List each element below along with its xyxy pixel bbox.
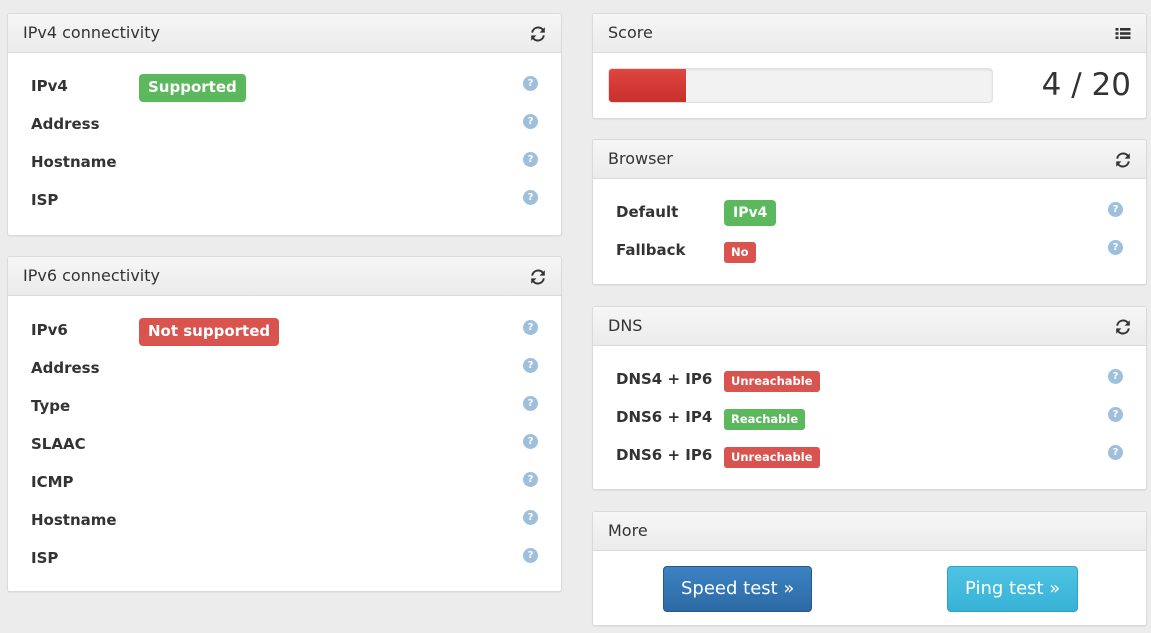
help-icon[interactable]: ? — [1108, 369, 1123, 384]
dns-status-badge: Reachable — [724, 409, 806, 430]
help-icon[interactable]: ? — [523, 76, 538, 91]
ipv6-panel-title: IPv6 connectivity — [23, 266, 160, 285]
list-icon[interactable] — [1114, 25, 1132, 43]
browser-panel-heading: Browser — [593, 140, 1146, 179]
ipv6-panel-heading: IPv6 connectivity — [8, 257, 561, 296]
score-value-text: 4 / 20 — [1041, 67, 1131, 103]
row-label: Default — [616, 203, 679, 221]
more-body: Speed test » Ping test » — [593, 551, 1146, 625]
row-label: Address — [31, 359, 100, 377]
dns-row-dns6-ip6: DNS6 + IP6 Unreachable ? — [593, 437, 1146, 475]
row-label: Address — [31, 115, 100, 133]
ipv6-status-badge: Not supported — [139, 318, 280, 346]
score-body: 4 / 20 — [593, 53, 1146, 118]
ipv4-connectivity-panel: IPv4 connectivity IPv4 Supported ? Addre… — [7, 13, 562, 236]
ipv4-status-badge: Supported — [139, 74, 246, 102]
help-icon[interactable]: ? — [1108, 240, 1123, 255]
more-panel: More Speed test » Ping test » — [592, 511, 1147, 626]
ipv6-connectivity-panel: IPv6 connectivity IPv6 Not supported ? A… — [7, 256, 562, 592]
row-label: Hostname — [31, 153, 117, 171]
ipv6-row-hostname: Hostname ? — [8, 502, 561, 540]
help-icon[interactable]: ? — [523, 190, 538, 205]
ipv6-row-ipv6: IPv6 Not supported ? — [8, 312, 561, 350]
score-panel-heading: Score — [593, 14, 1146, 53]
row-label: DNS6 + IP6 — [616, 446, 713, 464]
ipv6-row-address: Address ? — [8, 350, 561, 388]
dns-row-dns4-ip6: DNS4 + IP6 Unreachable ? — [593, 361, 1146, 399]
ipv4-row-ipv4: IPv4 Supported ? — [8, 68, 561, 106]
ipv6-row-isp: ISP ? — [8, 540, 561, 578]
row-label: DNS6 + IP4 — [616, 408, 713, 426]
score-progress-bar — [608, 68, 993, 103]
ping-test-button[interactable]: Ping test » — [947, 566, 1079, 612]
help-icon[interactable]: ? — [523, 434, 538, 449]
browser-fallback-badge: No — [724, 242, 756, 263]
help-icon[interactable]: ? — [523, 396, 538, 411]
help-icon[interactable]: ? — [1108, 202, 1123, 217]
help-icon[interactable]: ? — [523, 472, 538, 487]
refresh-icon[interactable] — [529, 25, 547, 43]
row-label: ISP — [31, 191, 59, 209]
row-label: IPv6 — [31, 321, 68, 339]
ipv4-row-isp: ISP ? — [8, 182, 561, 220]
dns-panel-heading: DNS — [593, 307, 1146, 346]
help-icon[interactable]: ? — [1108, 445, 1123, 460]
row-label: Fallback — [616, 241, 686, 259]
browser-panel-title: Browser — [608, 149, 673, 168]
dns-row-dns6-ip4: DNS6 + IP4 Reachable ? — [593, 399, 1146, 437]
ipv6-row-icmp: ICMP ? — [8, 464, 561, 502]
help-icon[interactable]: ? — [523, 548, 538, 563]
ipv4-panel-heading: IPv4 connectivity — [8, 14, 561, 53]
more-panel-title: More — [608, 521, 648, 540]
help-icon[interactable]: ? — [523, 320, 538, 335]
browser-panel: Browser Default IPv4 ? Fallback No ? — [592, 139, 1147, 285]
refresh-icon[interactable] — [529, 268, 547, 286]
dns-panel: DNS DNS4 + IP6 Unreachable ? DNS6 + IP4 … — [592, 306, 1147, 490]
row-label: SLAAC — [31, 435, 86, 453]
help-icon[interactable]: ? — [1108, 407, 1123, 422]
row-label: ISP — [31, 549, 59, 567]
browser-row-default: Default IPv4 ? — [593, 194, 1146, 232]
dns-status-badge: Unreachable — [724, 371, 820, 392]
help-icon[interactable]: ? — [523, 152, 538, 167]
dns-status-badge: Unreachable — [724, 447, 820, 468]
refresh-icon[interactable] — [1114, 318, 1132, 336]
browser-default-badge: IPv4 — [724, 200, 777, 226]
row-label: ICMP — [31, 473, 74, 491]
score-progress-fill — [609, 69, 686, 102]
ipv4-row-address: Address ? — [8, 106, 561, 144]
ipv4-row-hostname: Hostname ? — [8, 144, 561, 182]
more-panel-heading: More — [593, 512, 1146, 551]
row-label: Hostname — [31, 511, 117, 529]
row-label: DNS4 + IP6 — [616, 370, 713, 388]
help-icon[interactable]: ? — [523, 358, 538, 373]
ipv6-row-slaac: SLAAC ? — [8, 426, 561, 464]
score-panel-title: Score — [608, 23, 653, 42]
ipv6-row-type: Type ? — [8, 388, 561, 426]
browser-row-fallback: Fallback No ? — [593, 232, 1146, 270]
score-panel: Score 4 / 20 — [592, 13, 1147, 119]
row-label: Type — [31, 397, 71, 415]
dns-panel-title: DNS — [608, 316, 643, 335]
help-icon[interactable]: ? — [523, 114, 538, 129]
help-icon[interactable]: ? — [523, 510, 538, 525]
refresh-icon[interactable] — [1114, 151, 1132, 169]
row-label: IPv4 — [31, 77, 68, 95]
ipv4-panel-title: IPv4 connectivity — [23, 23, 160, 42]
speed-test-button[interactable]: Speed test » — [663, 566, 813, 612]
